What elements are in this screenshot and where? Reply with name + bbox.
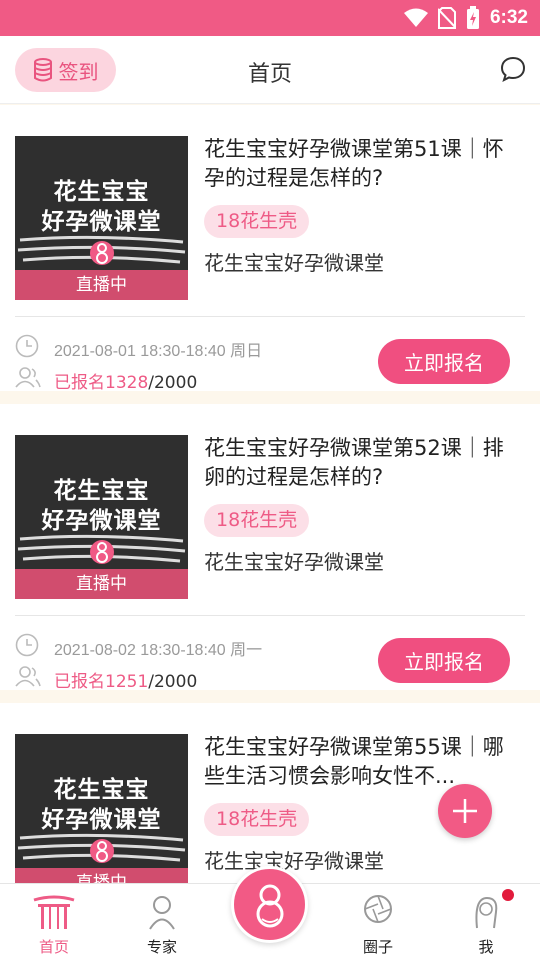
enroll-prefix: 已报名	[54, 672, 105, 692]
page-title: 首页	[247, 62, 292, 87]
message-icon[interactable]	[500, 56, 526, 82]
live-badge: 直播中	[15, 569, 188, 599]
tab-home[interactable]: 首页	[9, 884, 99, 960]
enrollment-status: 已报名1328/2000	[54, 368, 197, 393]
status-time: 6:32	[489, 7, 528, 28]
add-button[interactable]	[438, 784, 492, 838]
signup-button[interactable]: 立即报名	[378, 638, 510, 683]
clock-icon	[15, 334, 39, 358]
course-source: 花生宝宝好孕微课堂	[204, 251, 384, 275]
signup-button[interactable]: 立即报名	[378, 339, 510, 384]
enroll-total: /2000	[148, 672, 198, 692]
thumbnail-title-line2: 好孕微课堂	[41, 209, 162, 235]
price-tag: 18花生壳	[204, 504, 310, 537]
thumbnail-title-line1: 花生宝宝	[53, 179, 150, 205]
thumbnail-title-line1: 花生宝宝	[53, 478, 150, 504]
tab-me[interactable]: 我	[441, 884, 531, 960]
battery-icon	[466, 6, 479, 29]
status-icons: 6:32	[403, 0, 528, 36]
schedule-text: 2021-08-02 18:30-18:40 周一	[54, 642, 263, 659]
tab-label: 专家	[146, 938, 177, 956]
course-title[interactable]: 花生宝宝好孕微课堂第51课｜怀孕的过程是怎样的?	[204, 135, 522, 197]
price-tag: 18花生壳	[204, 803, 310, 836]
center-logo-button[interactable]	[231, 866, 308, 943]
course-card[interactable]: 花生宝宝 好孕微课堂 直播中 花生宝宝好孕微课堂第52课｜排卵的过程是怎样的? …	[0, 404, 540, 692]
course-thumbnail[interactable]: 花生宝宝 好孕微课堂 直播中	[15, 435, 188, 599]
card-divider	[15, 615, 525, 616]
thumbnail-title-line2: 好孕微课堂	[41, 508, 162, 534]
aperture-icon	[364, 895, 392, 923]
users-icon	[15, 666, 41, 687]
price-tag: 18花生壳	[204, 205, 310, 238]
peanut-logo-icon	[256, 884, 283, 927]
enroll-count: 1251	[105, 672, 149, 692]
peanut-logo-icon	[90, 241, 114, 265]
course-source: 花生宝宝好孕微课堂	[204, 849, 384, 873]
notification-dot	[502, 889, 514, 901]
users-icon	[15, 367, 41, 388]
gate-icon	[33, 895, 75, 929]
app-header: 签到 首页	[0, 36, 540, 104]
no-sim-icon	[437, 7, 456, 29]
peanut-logo-icon	[90, 540, 114, 564]
tab-label: 圈子	[362, 938, 393, 956]
live-badge: 直播中	[15, 270, 188, 300]
peanut-logo-icon	[90, 839, 114, 863]
enroll-total: /2000	[148, 373, 198, 393]
expert-icon	[149, 896, 175, 930]
course-title[interactable]: 花生宝宝好孕微课堂第52课｜排卵的过程是怎样的?	[204, 434, 522, 496]
tab-circle[interactable]: 圈子	[333, 884, 423, 960]
enroll-prefix: 已报名	[54, 373, 105, 393]
course-source: 花生宝宝好孕微课堂	[204, 550, 384, 574]
enrollment-status: 已报名1251/2000	[54, 667, 197, 692]
status-bar: 6:32	[0, 0, 540, 36]
course-card[interactable]: 花生宝宝 好孕微课堂 直播中 花生宝宝好孕微课堂第51课｜怀孕的过程是怎样的? …	[0, 105, 540, 393]
course-thumbnail[interactable]: 花生宝宝 好孕微课堂 直播中	[15, 136, 188, 300]
course-feed[interactable]: 花生宝宝 好孕微课堂 直播中 花生宝宝好孕微课堂第51课｜怀孕的过程是怎样的? …	[0, 105, 540, 883]
thumbnail-title-line1: 花生宝宝	[53, 777, 150, 803]
thumbnail-title-line2: 好孕微课堂	[41, 807, 162, 833]
wifi-icon	[403, 8, 428, 27]
profile-icon	[475, 896, 498, 929]
card-divider	[15, 316, 525, 317]
clock-icon	[15, 633, 39, 657]
enroll-count: 1328	[105, 373, 149, 393]
tab-expert[interactable]: 专家	[117, 884, 207, 960]
live-badge: 直播中	[15, 868, 188, 883]
schedule-text: 2021-08-01 18:30-18:40 周日	[54, 343, 263, 360]
tab-label: 我	[478, 938, 494, 956]
tab-label: 首页	[38, 938, 69, 956]
plus-icon	[453, 799, 477, 823]
course-thumbnail[interactable]: 花生宝宝 好孕微课堂 直播中	[15, 734, 188, 883]
